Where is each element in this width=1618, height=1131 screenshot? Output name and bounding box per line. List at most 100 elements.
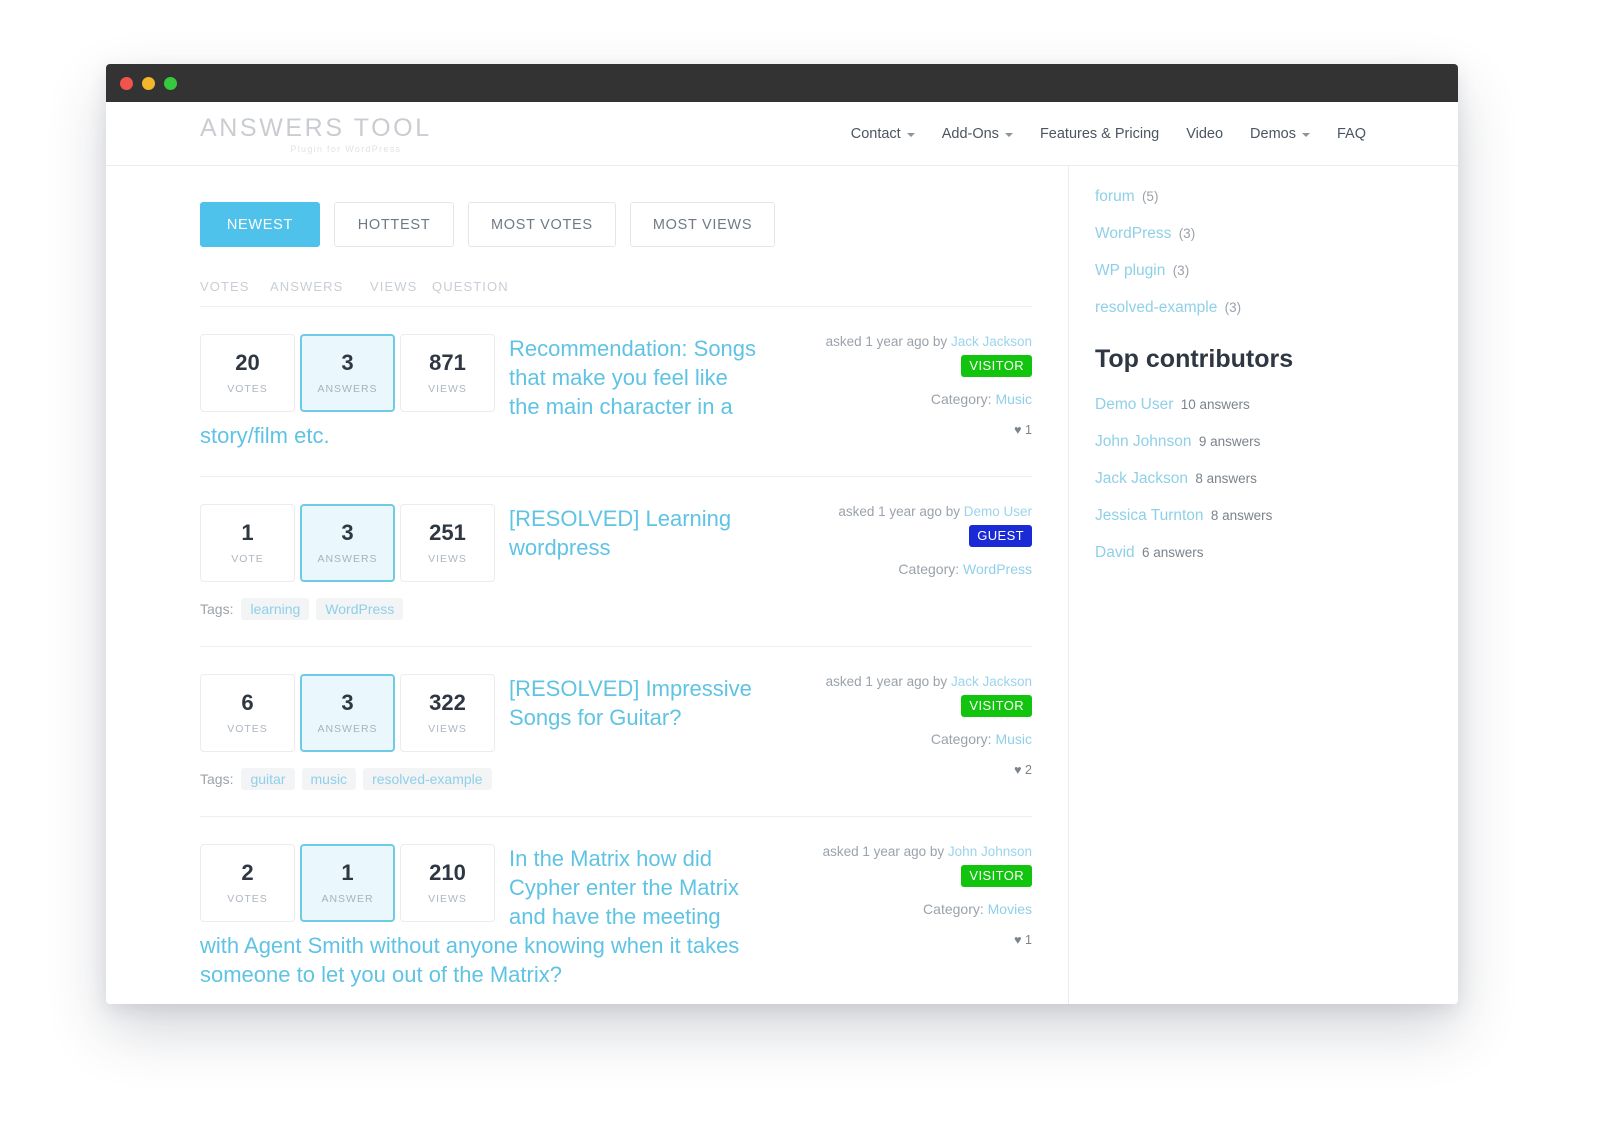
- heart-vote-counter[interactable]: ♥ 1: [782, 423, 1032, 437]
- close-icon[interactable]: [120, 77, 133, 90]
- nav-item-label: Contact: [851, 126, 901, 142]
- minimize-icon[interactable]: [142, 77, 155, 90]
- sidebar-tag-link[interactable]: WordPress: [1095, 225, 1171, 242]
- status-badge: VISITOR: [961, 695, 1032, 717]
- sidebar-tag-link[interactable]: resolved-example: [1095, 299, 1217, 316]
- category-label: Category:: [898, 561, 959, 577]
- views-stat-value: 322: [429, 692, 466, 714]
- nav-item-features-pricing[interactable]: Features & Pricing: [1040, 126, 1159, 142]
- sort-tab-most-votes[interactable]: MOST VOTES: [468, 202, 616, 247]
- votes-stat: 2 VOTES: [200, 844, 295, 922]
- views-stat-value: 210: [429, 862, 466, 884]
- tag-chip[interactable]: learning: [241, 598, 309, 620]
- answers-stat-value: 3: [341, 522, 353, 544]
- votes-stat-value: 2: [241, 862, 253, 884]
- contributor-answer-count: 6 answers: [1142, 545, 1204, 560]
- contributor-name-link[interactable]: David: [1095, 544, 1135, 561]
- tag-chip[interactable]: resolved-example: [363, 768, 492, 790]
- votes-stat: 20VOTES: [200, 334, 295, 412]
- nav-item-contact[interactable]: Contact: [851, 126, 915, 142]
- contributor-name-link[interactable]: Demo User: [1095, 396, 1173, 413]
- views-stat: 210 VIEWS: [400, 844, 495, 922]
- contributor-row: John Johnson 9 answers: [1095, 433, 1458, 451]
- views-stat-value: 871: [429, 352, 466, 374]
- brand-name: ANSWERS TOOL: [200, 114, 432, 143]
- question-row: 20VOTES3ANSWERS871VIEWSRecommendation: S…: [200, 306, 1032, 476]
- question-row: 2VOTES1ANSWER210VIEWSIn the Matrix how d…: [200, 816, 1032, 1004]
- views-stat: 322 VIEWS: [400, 674, 495, 752]
- nav-item-label: Features & Pricing: [1040, 126, 1159, 142]
- questions-column: NEWESTHOTTESTMOST VOTESMOST VIEWS VOTESA…: [106, 166, 1069, 1004]
- question-author-link[interactable]: Jack Jackson: [951, 674, 1032, 689]
- question-meta: asked 1 year ago by Jack JacksonVISITOR C…: [782, 334, 1032, 437]
- asked-prefix: asked 1 year ago by: [823, 844, 945, 859]
- sidebar-tag-row: forum (5): [1095, 188, 1458, 206]
- nav-item-faq[interactable]: FAQ: [1337, 126, 1366, 142]
- sidebar-tag-link[interactable]: forum: [1095, 188, 1135, 205]
- contributor-list: Demo User 10 answers John Johnson 9 answe…: [1095, 396, 1458, 562]
- column-label-votes: VOTES: [200, 279, 270, 294]
- question-list: 20VOTES3ANSWERS871VIEWSRecommendation: S…: [200, 306, 1032, 1004]
- question-stats: 1VOTE3ANSWERS251VIEWS: [200, 504, 495, 582]
- asked-line: asked 1 year ago by Jack Jackson: [782, 674, 1032, 689]
- votes-stat-label: VOTES: [227, 893, 268, 905]
- answers-stat-label: ANSWERS: [317, 383, 377, 395]
- sort-tab-hottest[interactable]: HOTTEST: [334, 202, 454, 247]
- badge-wrap: GUEST: [782, 519, 1032, 547]
- category-line: Category: WordPress: [782, 561, 1032, 577]
- answers-stat-label: ANSWER: [321, 893, 373, 905]
- column-labels: VOTESANSWERSVIEWSQUESTION: [200, 279, 1032, 294]
- contributor-answer-count: 10 answers: [1181, 397, 1250, 412]
- question-stats: 6VOTES3ANSWERS322VIEWS: [200, 674, 495, 752]
- tag-chip[interactable]: guitar: [241, 768, 294, 790]
- maximize-icon[interactable]: [164, 77, 177, 90]
- asked-line: asked 1 year ago by Jack Jackson: [782, 334, 1032, 349]
- answers-stat: 3ANSWERS: [300, 334, 395, 412]
- contributor-row: Demo User 10 answers: [1095, 396, 1458, 414]
- sidebar-tag-count: (3): [1173, 263, 1190, 278]
- contributor-name-link[interactable]: John Johnson: [1095, 433, 1192, 450]
- contributor-name-link[interactable]: Jack Jackson: [1095, 470, 1188, 487]
- tag-chip[interactable]: music: [302, 768, 357, 790]
- question-stats: 20VOTES3ANSWERS871VIEWS: [200, 334, 495, 412]
- heart-vote-counter[interactable]: ♥ 2: [782, 763, 1032, 777]
- chevron-down-icon: [1302, 133, 1310, 137]
- badge-wrap: VISITOR: [782, 859, 1032, 887]
- category-link[interactable]: WordPress: [963, 561, 1032, 577]
- heart-vote-counter[interactable]: ♥ 1: [782, 933, 1032, 947]
- views-stat-label: VIEWS: [428, 893, 467, 905]
- asked-line: asked 1 year ago by John Johnson: [782, 844, 1032, 859]
- nav-item-label: FAQ: [1337, 126, 1366, 142]
- contributor-name-link[interactable]: Jessica Turnton: [1095, 507, 1204, 524]
- question-author-link[interactable]: Jack Jackson: [951, 334, 1032, 349]
- nav-item-video[interactable]: Video: [1186, 126, 1223, 142]
- category-link[interactable]: Music: [995, 731, 1032, 747]
- question-row: 6VOTES3ANSWERS322VIEWS[RESOLVED] Impress…: [200, 646, 1032, 816]
- site-logo[interactable]: ANSWERS TOOL Plugin for WordPress: [200, 114, 432, 154]
- column-label-views: VIEWS: [370, 279, 432, 294]
- question-author-link[interactable]: John Johnson: [948, 844, 1032, 859]
- category-line: Category: Music: [782, 731, 1032, 747]
- answers-stat-label: ANSWERS: [317, 723, 377, 735]
- sidebar-tag-count: (3): [1179, 226, 1196, 241]
- nav-item-demos[interactable]: Demos: [1250, 126, 1310, 142]
- answers-stat: 3ANSWERS: [300, 504, 395, 582]
- nav-item-label: Add-Ons: [942, 126, 999, 142]
- sidebar-tag-row: WordPress (3): [1095, 225, 1458, 243]
- sort-tab-most-views[interactable]: MOST VIEWS: [630, 202, 775, 247]
- question-author-link[interactable]: Demo User: [964, 504, 1032, 519]
- views-stat-label: VIEWS: [428, 723, 467, 735]
- category-line: Category: Music: [782, 391, 1032, 407]
- badge-wrap: VISITOR: [782, 689, 1032, 717]
- nav-item-add-ons[interactable]: Add-Ons: [942, 126, 1013, 142]
- views-stat: 871VIEWS: [400, 334, 495, 412]
- badge-wrap: VISITOR: [782, 349, 1032, 377]
- sidebar-tag-count: (5): [1142, 189, 1159, 204]
- category-link[interactable]: Movies: [988, 901, 1032, 917]
- category-link[interactable]: Music: [995, 391, 1032, 407]
- votes-stat-value: 1: [241, 522, 253, 544]
- asked-line: asked 1 year ago by Demo User: [782, 504, 1032, 519]
- sidebar-tag-link[interactable]: WP plugin: [1095, 262, 1165, 279]
- sort-tab-newest[interactable]: NEWEST: [200, 202, 320, 247]
- tag-chip[interactable]: WordPress: [316, 598, 403, 620]
